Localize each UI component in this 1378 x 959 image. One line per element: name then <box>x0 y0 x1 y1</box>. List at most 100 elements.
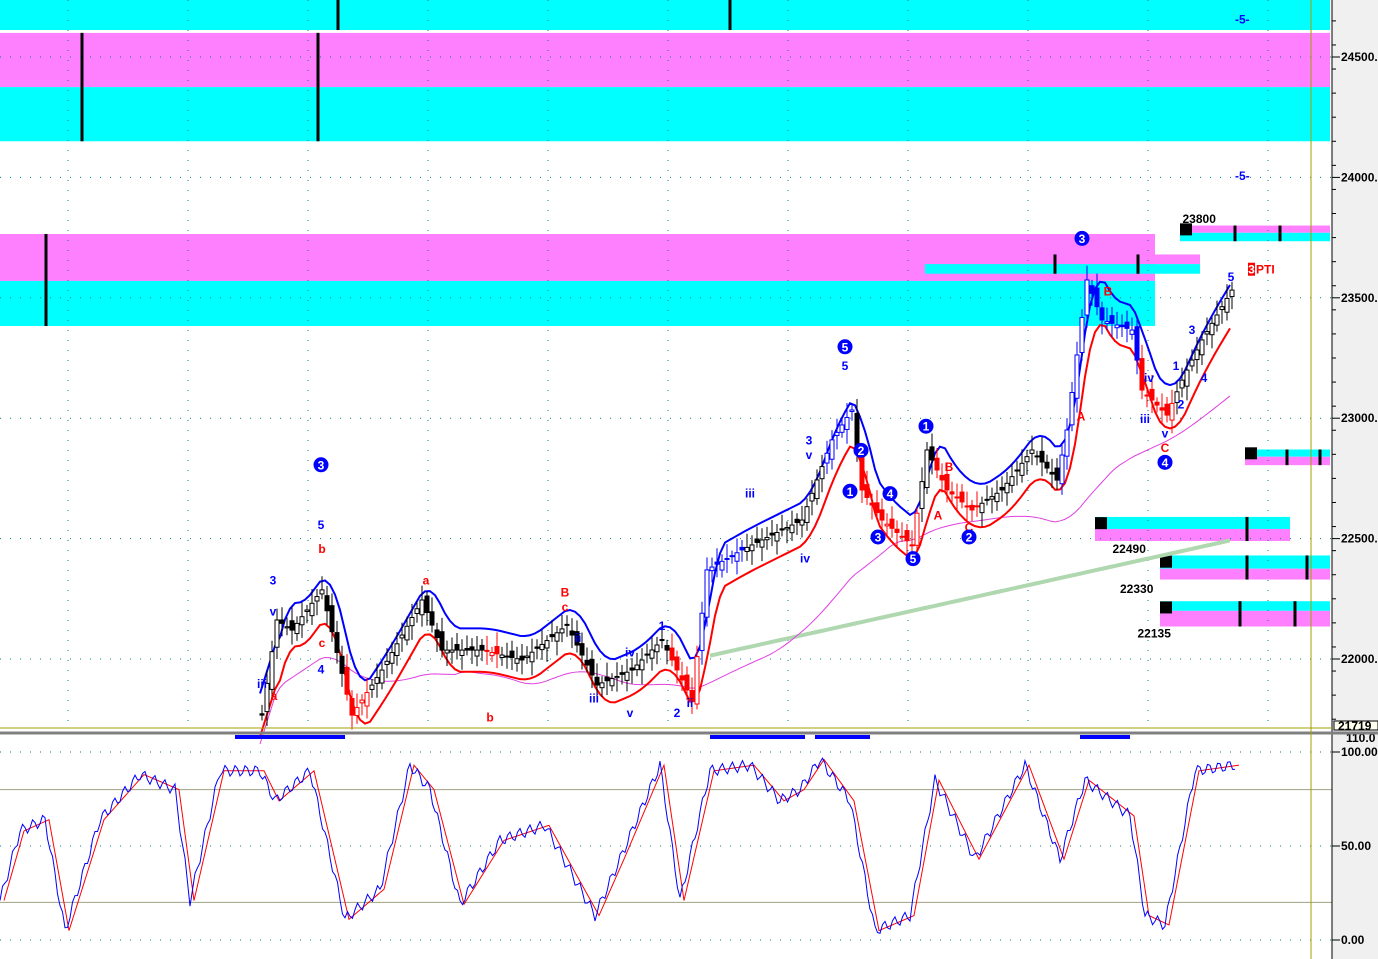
candle-body <box>1144 394 1150 397</box>
trading-chart[interactable]: 35b3viiiac4abBciiiiiivv12iiiiiiv3v551243… <box>0 0 1378 959</box>
wave-label: 4 <box>1201 371 1208 385</box>
candle-body <box>684 674 690 691</box>
candle-body <box>634 664 640 671</box>
zone-band <box>1095 516 1290 529</box>
candle-body <box>314 596 320 602</box>
candle-body <box>354 707 360 716</box>
price-tick-label: 22000. <box>1341 652 1378 666</box>
candle-body <box>399 634 405 639</box>
wave-label: iv <box>800 552 810 566</box>
candle-body <box>649 649 655 659</box>
candle-body <box>819 466 825 480</box>
candle-body <box>664 645 670 651</box>
wave-label: A <box>1077 410 1086 424</box>
wave-label: a <box>423 573 430 587</box>
level-label: 23800 <box>1183 212 1217 226</box>
zone-band <box>0 0 1330 31</box>
candle-body <box>779 528 785 531</box>
candle-body <box>289 620 295 631</box>
zone-band <box>925 254 1200 265</box>
candle-body <box>439 631 445 651</box>
candle-body <box>754 538 760 543</box>
wave-label: 2 <box>966 531 973 545</box>
candle-body <box>304 609 310 612</box>
candle-body <box>1029 449 1035 454</box>
wave-label: A <box>934 508 943 522</box>
candle-body <box>824 452 830 464</box>
price-tick-label: 24000. <box>1341 170 1378 184</box>
candle-body <box>349 697 355 716</box>
level-label: 22330 <box>1120 582 1154 596</box>
candle-body <box>1224 297 1230 313</box>
candle-body <box>944 473 950 491</box>
candle-body <box>914 512 920 546</box>
candle-body <box>489 652 495 657</box>
wave-label: B <box>561 585 570 599</box>
candle-body <box>884 523 890 527</box>
candle-body <box>1044 461 1050 469</box>
wave-label: v <box>270 605 277 619</box>
candle-body <box>834 431 840 436</box>
wave-label: 2 <box>858 444 865 458</box>
wave-label: 2 <box>1178 398 1185 412</box>
candle-body <box>619 672 625 675</box>
oscillator-signal-bar <box>1080 735 1130 739</box>
candle-body <box>1219 306 1225 311</box>
candle-body <box>864 484 870 498</box>
candle-body <box>809 492 815 502</box>
zone-layer <box>0 0 1330 627</box>
candle-body <box>444 649 450 654</box>
candle-body <box>1074 354 1080 399</box>
wave-label: iii <box>589 691 599 705</box>
zone-band <box>0 32 1330 88</box>
candle-body <box>529 651 535 663</box>
candle-body <box>1204 331 1210 335</box>
price-tick-label: 22500. <box>1341 532 1378 546</box>
wave-label: v <box>627 706 634 720</box>
candle-body <box>949 491 955 495</box>
wave-label: 5 <box>910 552 917 566</box>
candle-body <box>1039 450 1045 463</box>
stochastic-k-line <box>0 757 1236 934</box>
zone-band <box>0 280 1155 326</box>
zone-band <box>1160 568 1330 580</box>
candle-body <box>459 649 465 656</box>
candle-body <box>499 654 505 659</box>
wave-label: 1 <box>659 619 666 633</box>
candle-body <box>794 518 800 524</box>
level-label: 22490 <box>1113 542 1147 556</box>
candle-body <box>729 555 735 558</box>
candle-body <box>374 677 380 684</box>
candle-body <box>569 630 575 636</box>
candle-body <box>379 669 385 684</box>
wave-label: 3 <box>270 573 277 587</box>
wave-label: 5 <box>318 518 325 532</box>
candle-body <box>934 457 940 471</box>
candle-body <box>929 446 935 461</box>
wave-label: ii <box>575 631 582 645</box>
candle-body <box>764 536 770 541</box>
candle-body <box>844 416 850 430</box>
candle-body <box>784 527 790 530</box>
moving-average-line <box>259 395 1231 745</box>
candle-body <box>1209 322 1215 336</box>
candle-body <box>609 678 615 687</box>
candle-body <box>699 612 705 652</box>
candle-body <box>359 699 365 704</box>
oscillator-signal-bar <box>235 735 345 739</box>
wave-label: iii <box>745 487 755 501</box>
wave-label: iv <box>1144 371 1154 385</box>
candle-body <box>404 625 410 641</box>
candle-body <box>874 502 880 514</box>
candle-body <box>1189 359 1195 367</box>
wave-label: c <box>562 600 569 614</box>
candle-body <box>534 646 540 649</box>
candle-body <box>624 671 630 681</box>
candle-body <box>509 650 515 658</box>
candle-body <box>419 599 425 616</box>
candle-body <box>1194 349 1200 361</box>
wave-label: b <box>318 542 325 556</box>
level-label: -5- <box>1235 169 1250 183</box>
price-tick-label: 23500. <box>1341 291 1378 305</box>
candle-body <box>1064 429 1070 457</box>
